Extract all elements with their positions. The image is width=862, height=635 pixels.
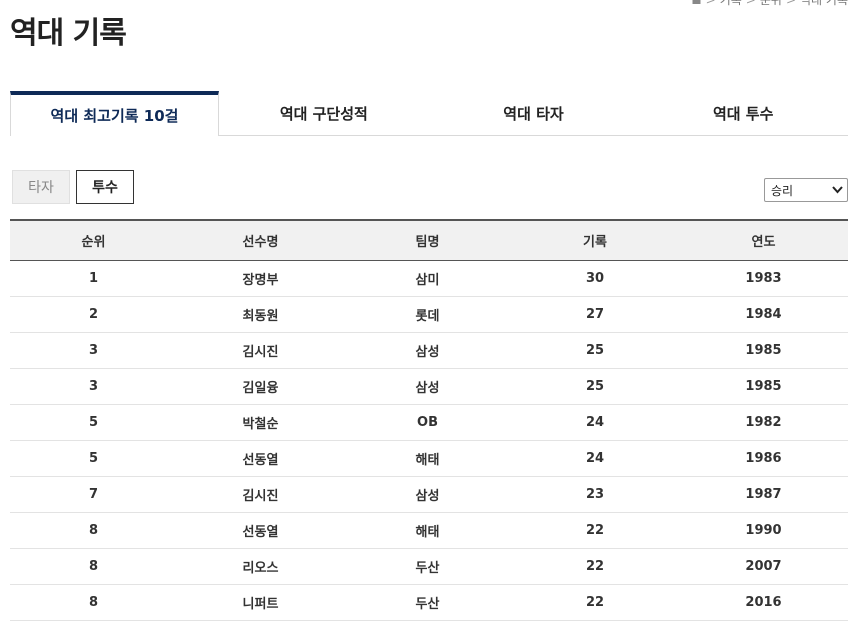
year-cell: 1990 [679,512,848,549]
table-header-row: 순위 선수명 팀명 기록 연도 [10,219,848,261]
player-cell: 선동열 [177,512,344,549]
team-cell: 삼성 [344,332,511,369]
year-cell: 2016 [679,584,848,621]
player-cell: 선동열 [177,440,344,477]
team-cell: OB [344,404,511,441]
year-cell: 1982 [679,404,848,441]
rank-cell: 3 [10,332,177,369]
year-cell: 2007 [679,548,848,585]
table-row: 8 리오스 두산 22 2007 [10,548,848,585]
record-cell: 27 [511,296,679,333]
breadcrumb-separator: > [746,0,756,7]
col-header-rank: 순위 [10,219,177,261]
table-row: 5 박철순 OB 24 1982 [10,404,848,441]
year-cell: 1983 [679,260,848,297]
main-tabs: 역대 최고기록 10걸 역대 구단성적 역대 타자 역대 투수 [10,91,848,136]
player-cell: 최동원 [177,296,344,333]
year-cell: 1984 [679,296,848,333]
player-cell: 박철순 [177,404,344,441]
rank-cell: 8 [10,512,177,549]
team-cell: 삼성 [344,368,511,405]
year-cell: 1985 [679,332,848,369]
table-row: 2 최동원 롯데 27 1984 [10,296,848,333]
rank-cell: 8 [10,584,177,621]
table-row: 8 니퍼트 두산 22 2016 [10,584,848,621]
col-header-year: 연도 [679,219,848,261]
team-cell: 삼성 [344,476,511,513]
rank-cell: 5 [10,440,177,477]
record-cell: 22 [511,584,679,621]
rank-cell: 7 [10,476,177,513]
team-cell: 해태 [344,440,511,477]
sub-tab-batter[interactable]: 타자 [12,170,70,204]
table-row: 8 선동열 해태 22 1990 [10,512,848,549]
records-table: 순위 선수명 팀명 기록 연도 1 장명부 삼미 30 1983 2 최동원 롯데 27 1984… [10,219,848,621]
player-cell: 리오스 [177,548,344,585]
rank-cell: 2 [10,296,177,333]
page-title: 역대 기록 [10,16,127,51]
breadcrumb-item-ranking[interactable]: 순위 [760,0,782,8]
chevron-down-icon [832,183,843,197]
breadcrumb: > 기록 > 순위 > 역대 기록 [691,0,848,8]
table-row: 1 장명부 삼미 30 1983 [10,260,848,297]
tab-all-time-batters[interactable]: 역대 타자 [429,91,639,135]
record-cell: 24 [511,440,679,477]
record-cell: 24 [511,404,679,441]
record-cell: 25 [511,332,679,369]
team-cell: 두산 [344,584,511,621]
player-cell: 김시진 [177,476,344,513]
tab-top10-records[interactable]: 역대 최고기록 10걸 [10,91,219,136]
player-cell: 김일융 [177,368,344,405]
sub-tab-pitcher[interactable]: 투수 [76,170,134,204]
record-cell: 23 [511,476,679,513]
rank-cell: 8 [10,548,177,585]
team-cell: 롯데 [344,296,511,333]
record-cell: 22 [511,512,679,549]
record-cell: 30 [511,260,679,297]
breadcrumb-separator: > [706,0,716,7]
col-header-player: 선수명 [177,219,344,261]
breadcrumb-item-records[interactable]: 기록 [720,0,742,8]
category-select-value: 승리 [771,183,794,198]
breadcrumb-item-all-time[interactable]: 역대 기록 [800,0,848,8]
table-row: 3 김일융 삼성 25 1985 [10,368,848,405]
team-cell: 해태 [344,512,511,549]
year-cell: 1985 [679,368,848,405]
col-header-record: 기록 [511,219,679,261]
rank-cell: 1 [10,260,177,297]
player-cell: 장명부 [177,260,344,297]
table-row: 7 김시진 삼성 23 1987 [10,476,848,513]
record-cell: 25 [511,368,679,405]
sub-tabs: 타자 투수 [12,170,134,204]
player-cell: 김시진 [177,332,344,369]
rank-cell: 5 [10,404,177,441]
year-cell: 1987 [679,476,848,513]
breadcrumb-separator: > [786,0,796,7]
home-icon[interactable] [691,0,702,7]
table-row: 3 김시진 삼성 25 1985 [10,332,848,369]
tab-all-time-pitchers[interactable]: 역대 투수 [638,91,848,135]
tab-team-records[interactable]: 역대 구단성적 [219,91,429,135]
year-cell: 1986 [679,440,848,477]
team-cell: 삼미 [344,260,511,297]
team-cell: 두산 [344,548,511,585]
category-select[interactable]: 승리 [764,178,848,202]
player-cell: 니퍼트 [177,584,344,621]
record-cell: 22 [511,548,679,585]
rank-cell: 3 [10,368,177,405]
table-row: 5 선동열 해태 24 1986 [10,440,848,477]
table-body: 1 장명부 삼미 30 1983 2 최동원 롯데 27 1984 3 김시진 삼성 25 1985 3 김일융… [10,260,848,621]
col-header-team: 팀명 [344,219,511,261]
